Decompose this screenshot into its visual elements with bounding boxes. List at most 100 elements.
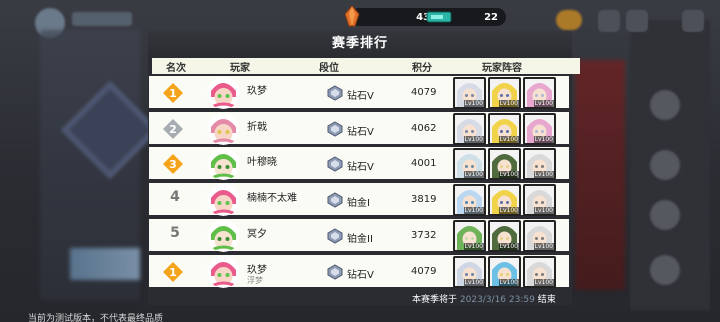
player-name: 叶穆晓 (247, 157, 277, 168)
player-avatar[interactable] (207, 77, 240, 109)
team-hero-portrait[interactable]: Lv100 (488, 77, 521, 109)
team-hero-portrait[interactable]: Lv100 (523, 148, 556, 180)
player-avatar[interactable] (207, 184, 240, 216)
player-avatar[interactable] (207, 220, 240, 252)
background-banner (70, 248, 140, 280)
team-hero-portrait[interactable]: Lv100 (523, 113, 556, 145)
column-header-bar: 名次 玩家 段位 积分 玩家阵容 (152, 58, 580, 74)
player-score: 4062 (411, 123, 437, 134)
hero-level: Lv100 (463, 207, 484, 214)
team-hero-portrait[interactable]: Lv100 (453, 256, 486, 288)
tier-emblem-icon (327, 228, 343, 244)
team-hero-portrait[interactable]: Lv100 (488, 184, 521, 216)
team-hero-portrait[interactable]: Lv100 (453, 77, 486, 109)
team-hero-portrait[interactable]: Lv100 (453, 113, 486, 145)
ranking-row[interactable]: 2 折戟 钻石V 4062 Lv100 Lv100 Lv100 (148, 111, 570, 145)
ranking-row[interactable]: 5 冥夕 铂金II 3732 Lv100 Lv100 Lv100 (148, 218, 570, 252)
player-score: 3819 (411, 194, 437, 205)
rank-badge-number: 1 (169, 87, 177, 100)
player-name: 玖梦 (247, 265, 267, 276)
team-hero-portrait[interactable]: Lv100 (453, 184, 486, 216)
hero-level: Lv100 (498, 136, 519, 143)
column-rank: 名次 (166, 63, 186, 74)
hero-level: Lv100 (498, 279, 519, 286)
hero-level: Lv100 (533, 100, 554, 107)
player-name: 楠楠不太难 (247, 193, 297, 204)
ranking-row[interactable]: 4 楠楠不太难 铂金I 3819 Lv100 Lv100 Lv100 (148, 182, 570, 216)
test-version-note: 当前为测试版本，不代表最终品质 (28, 314, 164, 322)
rank-badge-icon: 1 (163, 262, 183, 282)
tier-emblem-icon (327, 192, 343, 208)
rank-number: 5 (170, 225, 180, 241)
hero-level: Lv100 (533, 279, 554, 286)
hero-level: Lv100 (463, 279, 484, 286)
team-hero-portrait[interactable]: Lv100 (488, 220, 521, 252)
hero-level: Lv100 (498, 171, 519, 178)
column-score: 积分 (412, 63, 432, 74)
player-avatar[interactable] (207, 148, 240, 180)
background-menu-icon-1 (650, 90, 680, 120)
player-score: 4079 (411, 266, 437, 277)
hero-level: Lv100 (498, 100, 519, 107)
tier-emblem-icon (327, 264, 343, 280)
hero-level: Lv100 (533, 171, 554, 178)
player-avatar[interactable] (207, 256, 240, 288)
my-rank-row[interactable]: 1 玖梦 浮梦 钻石V 4079 Lv100 Lv100 Lv100 (148, 254, 570, 288)
player-team: Lv100 Lv100 Lv100 (453, 77, 557, 109)
team-hero-portrait[interactable]: Lv100 (523, 77, 556, 109)
column-team: 玩家阵容 (482, 63, 522, 74)
hero-level: Lv100 (498, 243, 519, 250)
panel-title: 赛季排行 (148, 31, 572, 57)
player-avatar[interactable] (207, 113, 240, 145)
player-name: 折戟 (247, 122, 267, 133)
season-end-prefix: 本赛季将于 (412, 295, 458, 305)
player-team: Lv100 Lv100 Lv100 (453, 113, 557, 145)
ranking-row[interactable]: 3 叶穆晓 钻石V 4001 Lv100 Lv100 Lv100 (148, 146, 570, 180)
background-red-panel (575, 60, 625, 290)
hero-level: Lv100 (533, 243, 554, 250)
rank-badge-number: 1 (169, 266, 177, 279)
player-tier: 铂金I (347, 198, 370, 209)
background-menu-icon-4 (650, 255, 680, 285)
rank-badge-icon: 3 (163, 154, 183, 174)
player-score: 4001 (411, 158, 437, 169)
team-hero-portrait[interactable]: Lv100 (453, 148, 486, 180)
tier-emblem-icon (327, 85, 343, 101)
team-hero-portrait[interactable]: Lv100 (523, 184, 556, 216)
tier-emblem-icon (327, 121, 343, 137)
background-mail-icon (598, 10, 620, 32)
hero-level: Lv100 (498, 207, 519, 214)
team-hero-portrait[interactable]: Lv100 (488, 148, 521, 180)
rank-badge-icon: 2 (163, 119, 183, 139)
player-tier: 钻石V (347, 162, 374, 173)
hero-level: Lv100 (463, 136, 484, 143)
tier-emblem-icon (327, 156, 343, 172)
player-tier: 钻石V (347, 91, 374, 102)
ticket-icon (426, 11, 452, 23)
column-tier: 段位 (319, 63, 339, 74)
column-player: 玩家 (230, 63, 250, 74)
ticket-counter[interactable]: 22 (426, 8, 506, 26)
hero-level: Lv100 (463, 100, 484, 107)
hero-level: Lv100 (463, 171, 484, 178)
hero-level: Lv100 (533, 207, 554, 214)
rank-badge-icon: 1 (163, 83, 183, 103)
background-settings-icon (682, 10, 704, 32)
background-menu-icon-3 (650, 200, 680, 230)
ranking-row[interactable]: 1 玖梦 钻石V 4079 Lv100 Lv100 Lv100 (148, 75, 570, 109)
season-end-notice: 本赛季将于 2023/3/16 23:59 结束 (412, 292, 556, 305)
rank-badge-number: 3 (169, 158, 177, 171)
rank-number: 4 (170, 189, 180, 205)
rank-badge-number: 2 (169, 123, 177, 136)
player-score: 4079 (411, 87, 437, 98)
team-hero-portrait[interactable]: Lv100 (523, 256, 556, 288)
team-hero-portrait[interactable]: Lv100 (488, 113, 521, 145)
team-hero-portrait[interactable]: Lv100 (488, 256, 521, 288)
hero-level: Lv100 (463, 243, 484, 250)
season-end-date: 2023/3/16 23:59 (459, 295, 535, 305)
player-tier: 钻石V (347, 127, 374, 138)
team-hero-portrait[interactable]: Lv100 (453, 220, 486, 252)
team-hero-portrait[interactable]: Lv100 (523, 220, 556, 252)
player-name: 冥夕 (247, 229, 267, 240)
background-bag-icon (626, 10, 648, 32)
